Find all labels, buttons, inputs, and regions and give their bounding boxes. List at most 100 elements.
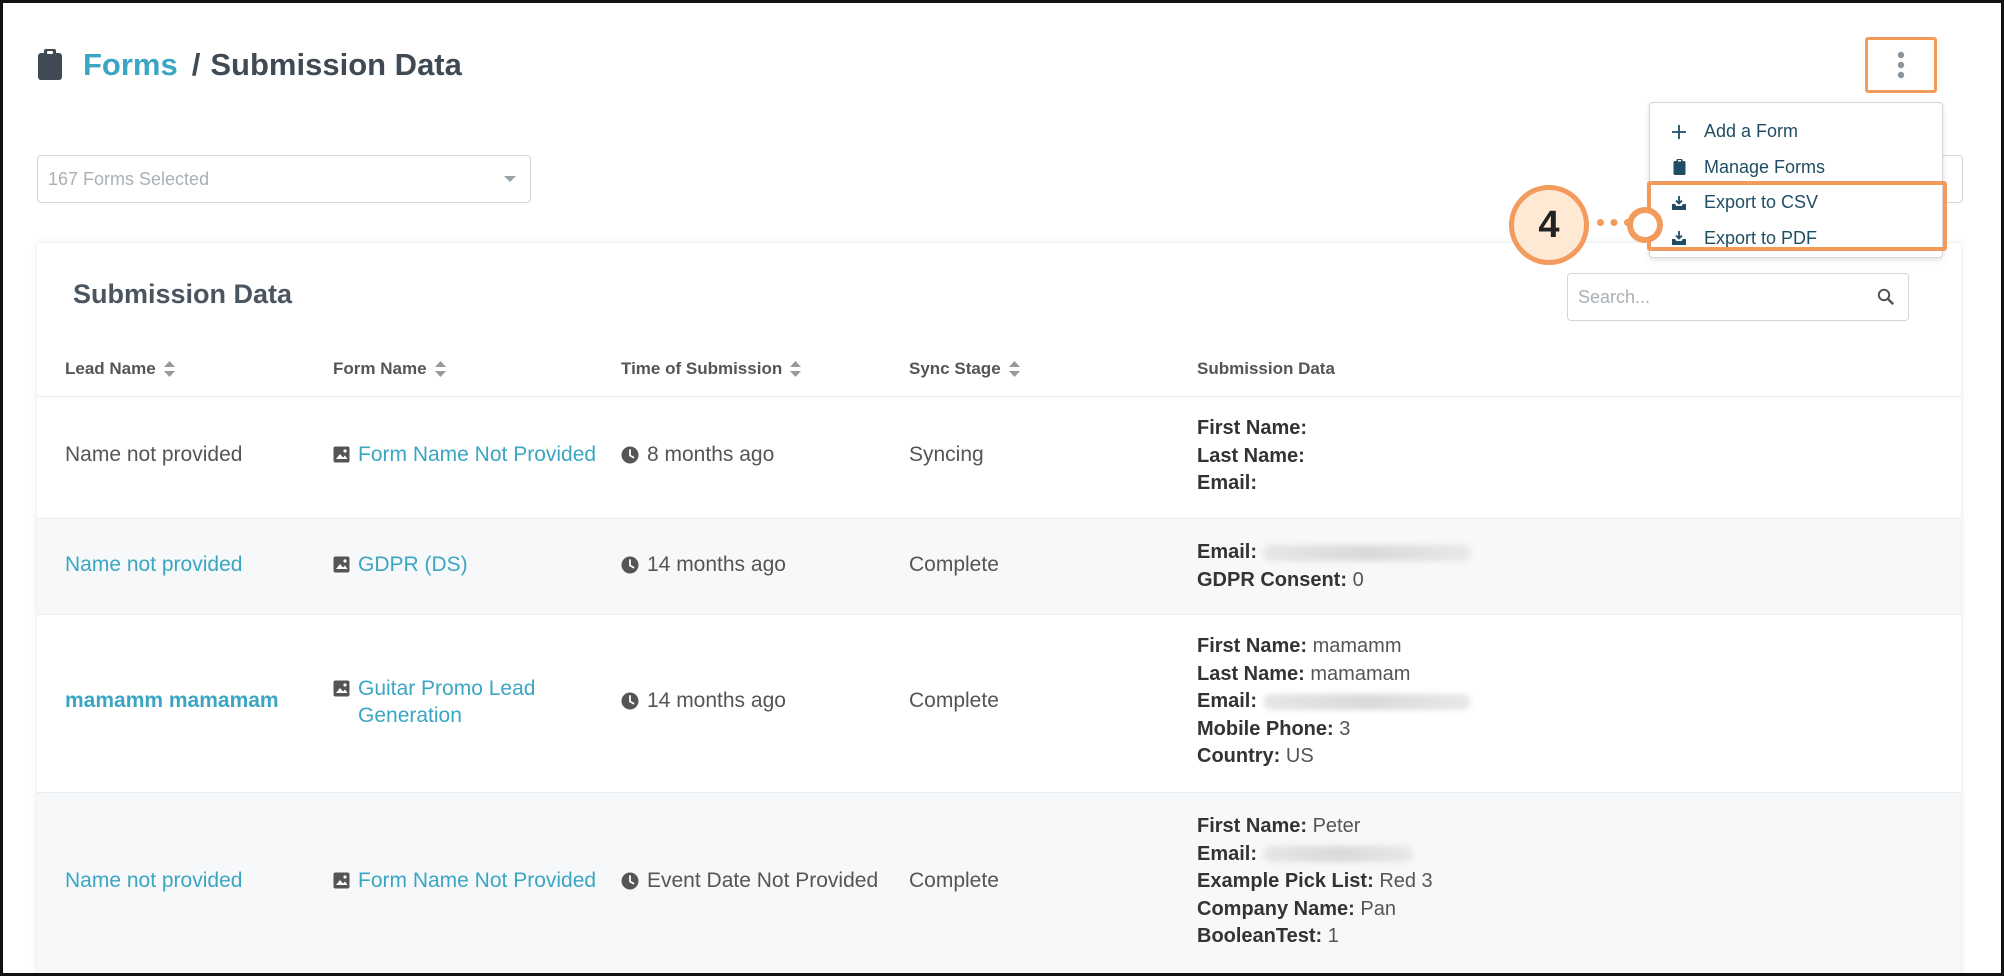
submission-time: 14 months ago <box>621 553 786 577</box>
form-name-link[interactable]: GDPR (DS) <box>333 551 623 578</box>
submission-data-list: First Name: Peter Email: Example Pick Li… <box>1197 813 1433 951</box>
field-label: Last Name: <box>1197 662 1305 685</box>
menu-item-label: Add a Form <box>1704 121 1799 142</box>
card-title: Submission Data <box>73 279 293 309</box>
sort-icon <box>163 361 175 377</box>
submission-data-list: First Name: mamamm Last Name: mamamam Em… <box>1197 633 1471 771</box>
column-header-lead-name[interactable]: Lead Name <box>65 359 175 379</box>
submission-time: 14 months ago <box>621 689 786 713</box>
table-row: Name not provided Form Name Not Provided… <box>37 793 1961 973</box>
menu-item-export-pdf[interactable]: Export to PDF <box>1650 221 1942 257</box>
sync-stage: Syncing <box>909 443 984 466</box>
lead-name: Name not provided <box>65 443 243 466</box>
submission-field: Email: <box>1197 841 1433 869</box>
submission-time-label: Event Date Not Provided <box>647 869 879 892</box>
plus-icon <box>1670 123 1688 141</box>
field-label: Mobile Phone: <box>1197 717 1334 740</box>
submission-field: First Name: mamamm <box>1197 633 1471 661</box>
callout-connector <box>1597 219 1631 227</box>
submission-time-label: 14 months ago <box>647 553 786 576</box>
submission-field: Email: <box>1197 470 1307 498</box>
submission-time: 8 months ago <box>621 443 774 467</box>
column-header-label: Time of Submission <box>621 359 783 378</box>
clock-icon <box>621 446 639 464</box>
menu-item-label: Export to PDF <box>1704 227 1818 248</box>
sort-icon <box>1008 361 1020 377</box>
submission-time: Event Date Not Provided <box>621 869 878 893</box>
search-icon[interactable] <box>1877 288 1894 305</box>
submission-field: Country: US <box>1197 743 1471 771</box>
column-header-submission-data: Submission Data <box>1197 359 1335 379</box>
lead-name-link[interactable]: mamamm mamamam <box>65 689 279 713</box>
table-row: mamamm mamamam Guitar Promo Lead Generat… <box>37 615 1961 793</box>
form-name-label: Form Name Not Provided <box>358 443 597 466</box>
menu-item-export-csv[interactable]: Export to CSV <box>1650 185 1942 221</box>
field-value: mamamm <box>1312 635 1402 657</box>
submission-time-label: 14 months ago <box>647 689 786 712</box>
menu-item-add-form[interactable]: Add a Form <box>1650 114 1942 150</box>
submission-data-card: Submission Data Lead Name Form Name Time… <box>37 243 1961 973</box>
submission-field: Example Pick List: Red 3 <box>1197 868 1433 896</box>
menu-item-manage-forms[interactable]: Manage Forms <box>1650 150 1942 186</box>
field-value: Pan <box>1360 897 1396 920</box>
field-label: GDPR Consent: <box>1197 568 1347 591</box>
menu-item-label: Manage Forms <box>1704 156 1826 177</box>
column-header-time-of-submission[interactable]: Time of Submission <box>621 359 802 379</box>
sync-stage: Complete <box>909 553 999 576</box>
clipboard-icon <box>38 49 62 80</box>
field-label: Company Name: <box>1197 897 1355 920</box>
form-name-link[interactable]: Form Name Not Provided <box>333 867 623 894</box>
search-box <box>1567 273 1909 321</box>
field-label: Last Name: <box>1197 444 1305 467</box>
clock-icon <box>621 556 639 574</box>
field-value: Peter <box>1312 815 1361 837</box>
options-menu: Add a Form Manage Forms Export to CSV Ex… <box>1649 102 1943 258</box>
field-value: 1 <box>1327 925 1339 947</box>
form-name-link[interactable]: Form Name Not Provided <box>333 441 623 468</box>
column-header-label: Form Name <box>333 359 427 378</box>
column-header-sync-stage[interactable]: Sync Stage <box>909 359 1020 379</box>
image-icon <box>333 872 350 889</box>
forms-select-value: 167 Forms Selected <box>48 168 210 189</box>
field-value: 0 <box>1352 568 1364 591</box>
field-label: First Name: <box>1197 815 1308 837</box>
submission-field: Company Name: Pan <box>1197 896 1433 924</box>
breadcrumb-forms-link[interactable]: Forms <box>83 47 178 83</box>
sort-icon <box>790 361 802 377</box>
form-name-label: Form Name Not Provided <box>358 869 597 892</box>
image-icon <box>333 446 350 463</box>
clipboard-icon <box>1670 158 1688 176</box>
sync-stage: Complete <box>909 689 999 712</box>
form-name-label: Guitar Promo Lead Generation <box>358 677 536 727</box>
submission-field: Email: <box>1197 539 1471 567</box>
field-value: US <box>1285 745 1314 767</box>
field-label: Country: <box>1197 745 1281 767</box>
submission-field: First Name: <box>1197 415 1307 443</box>
caret-down-icon <box>504 176 516 182</box>
clock-icon <box>621 692 639 710</box>
column-header-label: Lead Name <box>65 359 156 378</box>
download-tray-icon <box>1670 229 1688 247</box>
redacted-value <box>1262 693 1471 710</box>
sync-stage: Complete <box>909 869 999 892</box>
redacted-value <box>1262 544 1471 561</box>
form-name-label: GDPR (DS) <box>358 553 468 576</box>
table-row: Name not provided Form Name Not Provided… <box>37 397 1961 519</box>
more-options-button[interactable] <box>1865 37 1937 93</box>
lead-name-link[interactable]: Name not provided <box>65 869 242 893</box>
submission-field: Mobile Phone: 3 <box>1197 716 1471 744</box>
page-header: Forms / Submission Data <box>37 47 462 83</box>
submission-field: Last Name: mamamam <box>1197 661 1471 689</box>
callout-pointer-ring <box>1627 207 1663 243</box>
field-label: Email: <box>1197 842 1258 865</box>
menu-item-label: Export to CSV <box>1704 192 1819 213</box>
lead-name-link[interactable]: Name not provided <box>65 553 242 577</box>
forms-select-dropdown[interactable]: 167 Forms Selected <box>37 155 531 203</box>
breadcrumb-separator: / <box>191 47 201 82</box>
image-icon <box>333 680 350 697</box>
column-header-form-name[interactable]: Form Name <box>333 359 446 379</box>
field-label: Email: <box>1197 472 1258 494</box>
field-value: mamamam <box>1310 662 1411 685</box>
form-name-link[interactable]: Guitar Promo Lead Generation <box>333 675 573 729</box>
search-input[interactable] <box>1568 286 1858 308</box>
